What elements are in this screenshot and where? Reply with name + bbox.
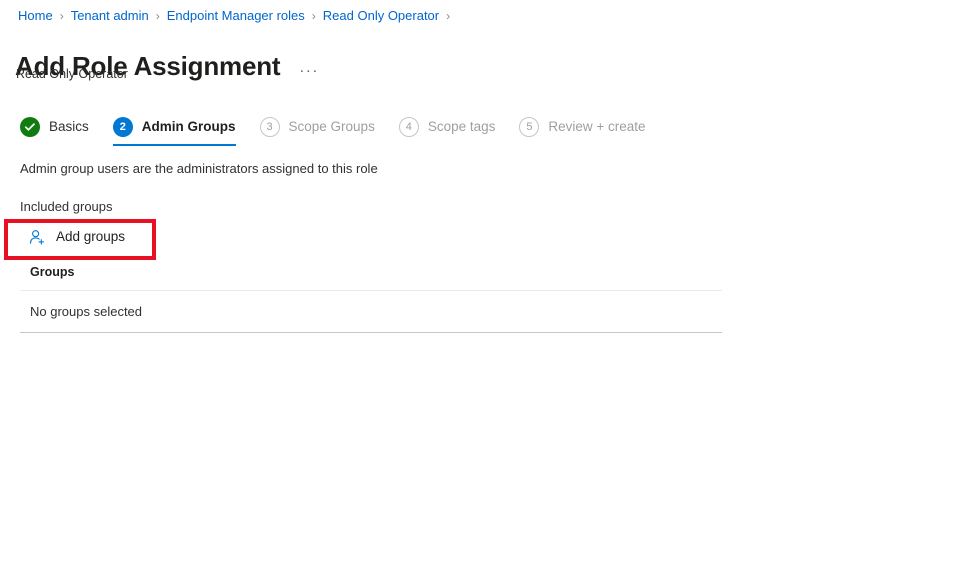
step-number-badge: 4 [398,117,419,137]
page-subtitle: Read Only Operator [16,67,128,81]
wizard-step-tabs: Basics 2 Admin Groups 3 Scope Groups 4 S… [20,117,670,146]
tab-scope-groups-label: Scope Groups [288,119,375,134]
tab-admin-groups-label: Admin Groups [141,119,236,134]
breadcrumb-item-endpoint-manager-roles[interactable]: Endpoint Manager roles [167,7,305,25]
groups-table: Groups No groups selected [20,264,722,333]
add-groups-button-label: Add groups [56,229,126,244]
breadcrumb-chevron-icon: › [59,9,64,23]
tab-admin-groups[interactable]: 2 Admin Groups [112,117,236,146]
breadcrumb-item-read-only-operator[interactable]: Read Only Operator [323,7,439,25]
breadcrumb-item-tenant-admin[interactable]: Tenant admin [71,7,149,25]
breadcrumb-item-home[interactable]: Home [18,7,53,25]
breadcrumb-chevron-icon: › [155,9,160,23]
breadcrumb-chevron-icon: › [311,9,316,23]
breadcrumb-chevron-icon: › [446,9,451,23]
admin-groups-description: Admin group users are the administrators… [20,161,378,176]
tab-scope-groups[interactable]: 3 Scope Groups [259,117,375,146]
tab-scope-tags-label: Scope tags [427,119,496,134]
breadcrumb: Home › Tenant admin › Endpoint Manager r… [18,7,457,25]
step-complete-check-icon [20,117,40,137]
tab-basics[interactable]: Basics [20,117,89,146]
groups-table-column-header: Groups [20,264,722,291]
step-number-badge: 3 [259,117,280,137]
table-row: No groups selected [20,291,722,333]
tab-basics-label: Basics [49,119,89,134]
step-number-badge: 2 [112,117,133,137]
person-add-icon [28,228,46,246]
tab-review-create-label: Review + create [548,119,646,134]
more-options-icon[interactable]: ··· [299,63,319,78]
step-number-badge: 5 [519,117,540,137]
included-groups-label: Included groups [20,199,113,214]
add-groups-button[interactable]: Add groups [28,228,125,246]
tab-scope-tags[interactable]: 4 Scope tags [398,117,496,146]
tab-review-create[interactable]: 5 Review + create [519,117,646,146]
